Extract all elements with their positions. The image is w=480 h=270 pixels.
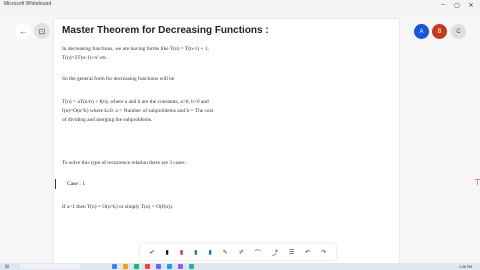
title-bar: Microsoft Whiteboard – ▢ ✕ bbox=[0, 0, 480, 10]
back-arrow-icon: ← bbox=[19, 26, 27, 36]
case-1-text: If a<1 then T(n) = O(n^k) or simply T(n)… bbox=[62, 204, 173, 210]
app-icon[interactable] bbox=[112, 264, 117, 269]
app-icon[interactable] bbox=[178, 264, 183, 269]
taskbar: ⊞ 1:36 PM bbox=[0, 263, 480, 270]
blue-pen-icon[interactable]: ▮ bbox=[208, 249, 211, 256]
paragraph-3-line-1: T(n) = aT(n-b) + f(n), where a and b are… bbox=[62, 99, 209, 105]
user-avatar[interactable]: A bbox=[414, 24, 429, 39]
black-pen-icon[interactable]: ▮ bbox=[166, 249, 169, 256]
maximize-icon[interactable]: ▢ bbox=[450, 0, 464, 10]
ink-toolbar: ✔ ▮ ▮ ▮ ▮ ✎ ✐ ⌒ ⤴ ☰ ↶ ↷ bbox=[140, 244, 336, 260]
avatar-initial: C bbox=[456, 28, 461, 35]
fit-to-screen-button[interactable]: ⊡ bbox=[34, 23, 50, 39]
paragraph-3-line-2: f(n)=O(n^k) where k≥0. a = Number of sub… bbox=[62, 108, 214, 114]
paragraph-4: To solve this type of recurrence relatio… bbox=[62, 160, 188, 166]
app-icon[interactable] bbox=[167, 264, 172, 269]
case-divider bbox=[55, 179, 56, 189]
select-tool-icon[interactable]: ✔ bbox=[150, 249, 155, 256]
document-page[interactable]: Master Theorem for Decreasing Functions … bbox=[54, 19, 399, 263]
paragraph-2: So the general form for decreasing funct… bbox=[62, 76, 175, 82]
app-icon[interactable] bbox=[123, 264, 128, 269]
user-avatar[interactable]: C bbox=[451, 24, 466, 39]
start-icon[interactable]: ⊞ bbox=[4, 264, 10, 270]
minimize-icon[interactable]: – bbox=[436, 0, 450, 10]
taskbar-search[interactable] bbox=[20, 264, 80, 269]
app-icon[interactable] bbox=[189, 264, 194, 269]
undo-icon[interactable]: ↶ bbox=[305, 249, 310, 256]
redo-icon[interactable]: ↷ bbox=[321, 249, 326, 256]
red-pen-icon[interactable]: ▮ bbox=[180, 249, 183, 256]
pen-stroke-mark: ⊤ bbox=[474, 178, 480, 187]
app-title: Microsoft Whiteboard bbox=[4, 1, 52, 7]
app-icon[interactable] bbox=[134, 264, 139, 269]
avatar-initial: B bbox=[437, 28, 442, 35]
fit-screen-icon: ⊡ bbox=[38, 26, 46, 36]
app-icon[interactable] bbox=[145, 264, 150, 269]
highlighter-icon[interactable]: ✎ bbox=[223, 249, 228, 256]
system-tray: 1:36 PM bbox=[459, 263, 472, 270]
menu-icon[interactable]: ☰ bbox=[289, 249, 294, 256]
lasso-icon[interactable]: ⤴ bbox=[272, 248, 278, 257]
taskbar-apps bbox=[112, 263, 194, 270]
page-title: Master Theorem for Decreasing Functions … bbox=[62, 25, 269, 36]
app-icon[interactable] bbox=[156, 264, 161, 269]
case-1-label: Case : 1 bbox=[67, 181, 86, 187]
paragraph-1-line-2: T(n)=2T(n-1)+n² etc. bbox=[62, 55, 108, 61]
paragraph-1-line-1: In decreasing functions, we are having f… bbox=[62, 46, 209, 52]
window-controls: – ▢ ✕ bbox=[436, 0, 478, 10]
green-pen-icon[interactable]: ▮ bbox=[194, 249, 197, 256]
close-icon[interactable]: ✕ bbox=[464, 0, 478, 10]
user-avatar[interactable]: B bbox=[432, 24, 447, 39]
eraser-icon[interactable]: ✐ bbox=[239, 249, 244, 256]
avatar-initial: A bbox=[419, 28, 424, 35]
paragraph-3-line-3: of dividing and merging the subproblems. bbox=[62, 117, 153, 123]
ruler-icon[interactable]: ⌒ bbox=[255, 248, 261, 257]
back-button[interactable]: ← bbox=[15, 23, 31, 39]
clock[interactable]: 1:36 PM bbox=[459, 265, 472, 269]
